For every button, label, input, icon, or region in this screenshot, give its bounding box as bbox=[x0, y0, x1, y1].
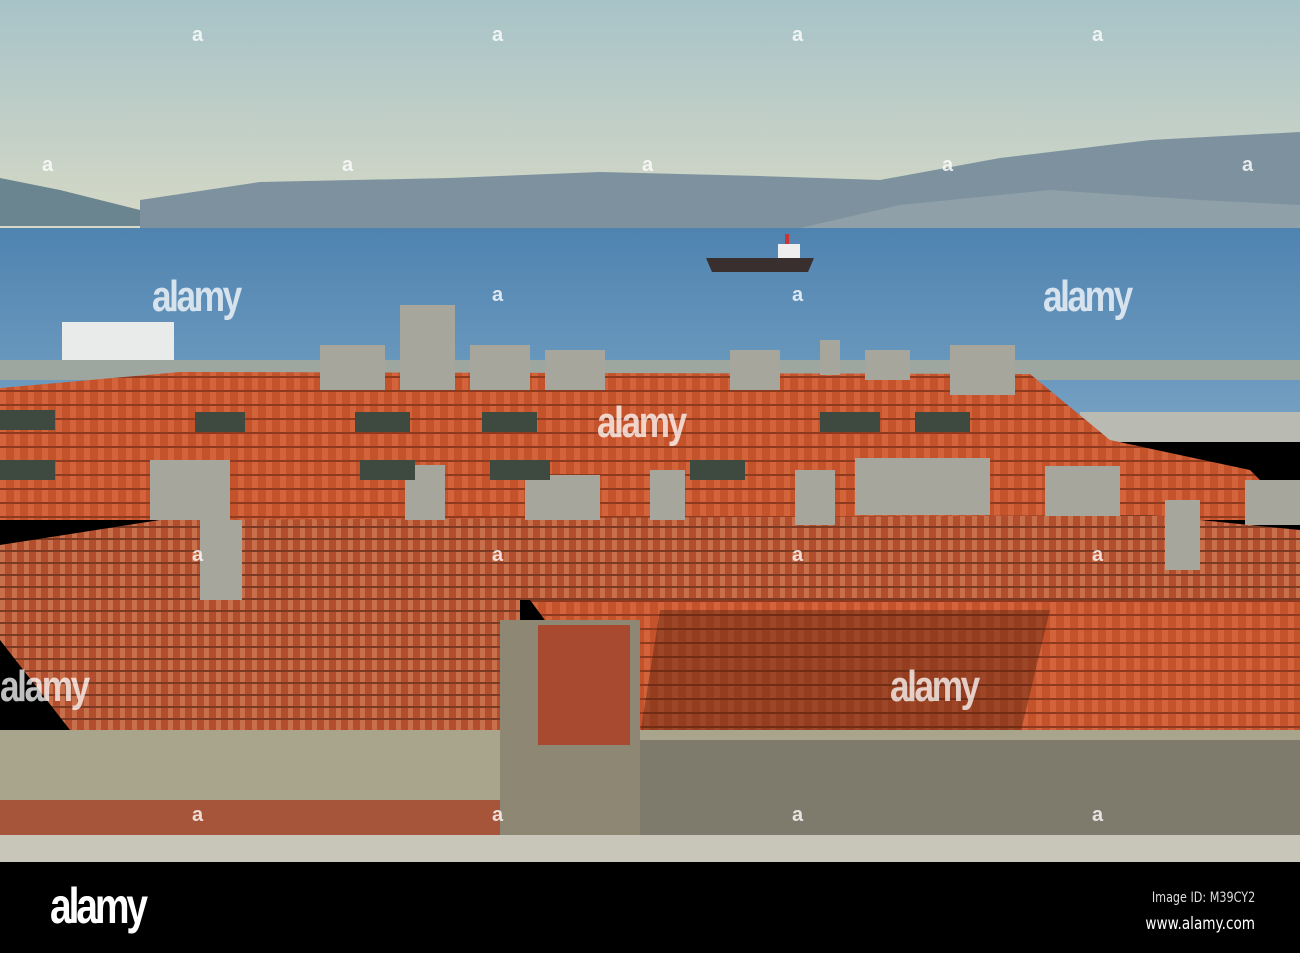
footer-bar: alamy Image ID: M39CY2 www.alamy.com bbox=[0, 862, 1300, 953]
watermark-mark: a bbox=[1092, 544, 1104, 566]
watermark-mark: a bbox=[792, 24, 804, 46]
site-url: www.alamy.com bbox=[1145, 914, 1255, 934]
watermark-mark: a bbox=[942, 154, 954, 176]
image-id: Image ID: M39CY2 bbox=[1151, 890, 1255, 906]
brick-chimney bbox=[538, 625, 630, 745]
watermark-mark: a bbox=[492, 284, 504, 306]
watermark-mark: a bbox=[192, 804, 204, 826]
watermark-mark: a bbox=[1092, 804, 1104, 826]
watermark-mark: a bbox=[192, 544, 204, 566]
watermark: alamy bbox=[597, 398, 687, 447]
watermark: alamy bbox=[1043, 272, 1133, 321]
watermark-mark: a bbox=[1092, 24, 1104, 46]
watermark-mark: a bbox=[492, 544, 504, 566]
foreground-wall bbox=[0, 835, 1300, 862]
watermark: alamy bbox=[152, 272, 242, 321]
watermark-mark: a bbox=[342, 154, 354, 176]
photo-rooftops-and-sea: alamy alamy alamy alamy alamy a a a a a … bbox=[0, 0, 1300, 862]
watermark-mark: a bbox=[42, 154, 54, 176]
watermark-mark: a bbox=[792, 804, 804, 826]
watermark: alamy bbox=[890, 662, 980, 711]
watermark: alamy bbox=[0, 662, 90, 711]
alamy-logo: alamy bbox=[50, 878, 148, 934]
watermark-mark: a bbox=[792, 544, 804, 566]
watermark-mark: a bbox=[792, 284, 804, 306]
watermark-mark: a bbox=[642, 154, 654, 176]
white-building bbox=[62, 322, 174, 362]
watermark-mark: a bbox=[492, 24, 504, 46]
watermark-mark: a bbox=[192, 24, 204, 46]
watermark-mark: a bbox=[492, 804, 504, 826]
watermark-mark: a bbox=[1242, 154, 1254, 176]
